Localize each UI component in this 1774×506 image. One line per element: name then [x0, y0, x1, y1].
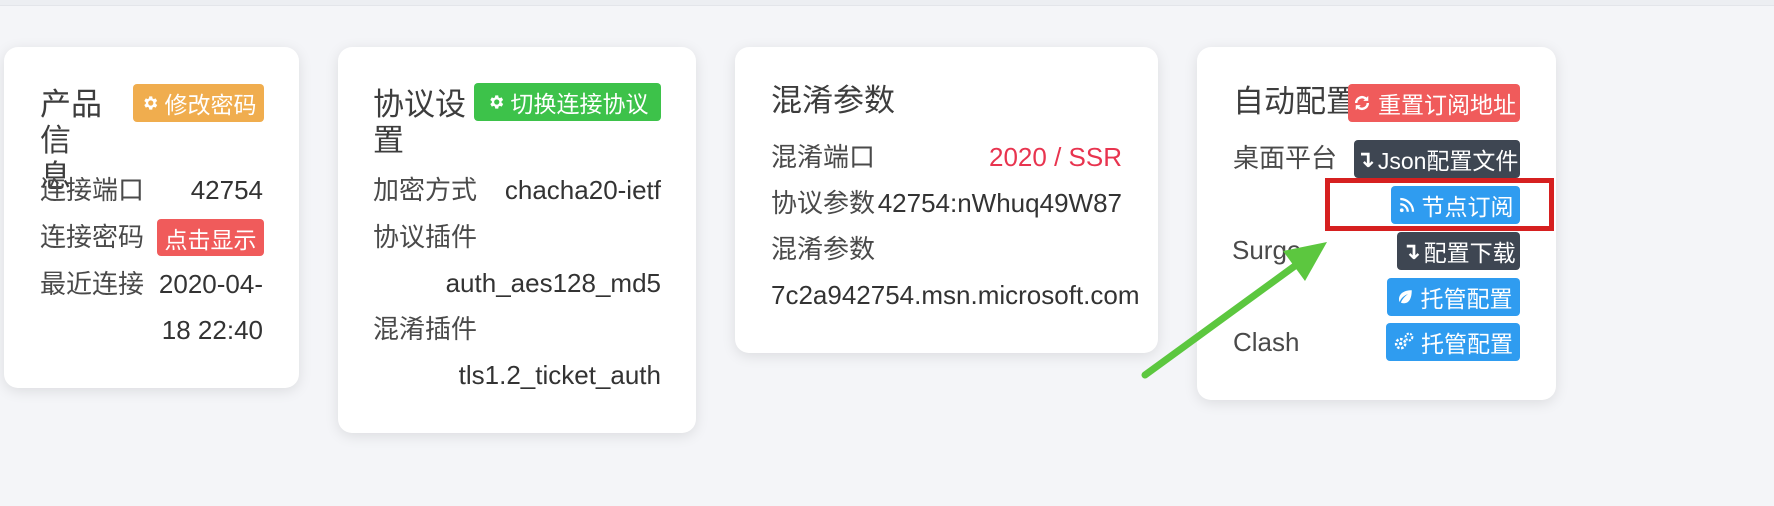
obfs-params-title: 混淆参数 — [771, 83, 895, 118]
clash-managed-config-button[interactable]: 托管配置 — [1386, 323, 1520, 361]
reset-subscription-button[interactable]: 重置订阅地址 — [1348, 84, 1520, 122]
obfs-port-value: 2020 / SSR — [989, 142, 1122, 172]
leaf-icon — [1395, 288, 1415, 306]
change-password-button[interactable]: 修改密码 — [133, 84, 264, 122]
encryption-value: chacha20-ietf — [504, 175, 661, 205]
desktop-label: 桌面平台 — [1233, 143, 1338, 173]
product-info-title-line1: 产品信 — [40, 87, 102, 158]
product-info-card: 产品信 息 修改密码 连接端口 42754 连接密码 点击显示 最近连接 202… — [4, 47, 299, 388]
switch-protocol-button[interactable]: 切换连接协议 — [474, 83, 661, 121]
clash-managed-config-label: 托管配置 — [1421, 331, 1513, 357]
surge-managed-config-button[interactable]: 托管配置 — [1387, 278, 1520, 316]
json-config-button[interactable]: ↴ Json配置文件 — [1354, 140, 1520, 178]
protocol-param-label: 协议参数 — [771, 188, 876, 218]
protocol-plugin-label: 协议插件 — [373, 222, 478, 252]
change-password-label: 修改密码 — [164, 92, 257, 118]
last-connect-label: 最近连接 — [40, 269, 145, 299]
obfs-plugin-label: 混淆插件 — [373, 314, 478, 344]
last-connect-value-line1: 2020-04- — [158, 269, 263, 299]
port-value: 42754 — [190, 175, 263, 205]
gears-icon — [1393, 332, 1415, 352]
switch-protocol-label: 切换连接协议 — [510, 91, 649, 117]
config-download-label: 配置下载 — [1423, 240, 1516, 266]
surge-managed-config-label: 托管配置 — [1420, 286, 1513, 312]
json-config-label: Json配置文件 — [1377, 148, 1519, 174]
obfs-plugin-value: tls1.2_ticket_auth — [458, 360, 661, 390]
download-arrow-icon: ↴ — [1355, 145, 1375, 172]
protocol-param-value: 42754:nWhuq49W87 — [877, 188, 1122, 218]
protocol-settings-title: 协议设 置 — [373, 87, 473, 159]
protocol-settings-title-line2: 置 — [373, 123, 404, 158]
config-download-button[interactable]: ↴ 配置下载 — [1397, 232, 1520, 270]
download-arrow-icon: ↴ — [1401, 237, 1421, 264]
show-password-button[interactable]: 点击显示 — [157, 219, 264, 256]
auto-config-title: 自动配置 — [1233, 84, 1357, 119]
annotation-arrow — [1141, 242, 1327, 379]
protocol-settings-title-line1: 协议设 — [373, 87, 466, 122]
obfs-param-label: 混淆参数 — [771, 234, 876, 264]
last-connect-value-line2: 18 22:40 — [161, 315, 263, 345]
gear-icon — [487, 93, 505, 111]
obfs-param-value: 7c2a942754.msn.microsoft.com — [771, 280, 1140, 310]
obfs-port-label: 混淆端口 — [771, 142, 876, 172]
obfs-params-card: 混淆参数 混淆端口 2020 / SSR 协议参数 42754:nWhuq49W… — [735, 47, 1158, 353]
protocol-plugin-value: auth_aes128_md5 — [445, 268, 661, 298]
port-label: 连接端口 — [40, 175, 145, 205]
password-label: 连接密码 — [40, 222, 145, 252]
encryption-label: 加密方式 — [373, 175, 478, 205]
reset-subscription-label: 重置订阅地址 — [1378, 92, 1516, 118]
highlight-box — [1325, 178, 1554, 231]
refresh-icon — [1352, 93, 1372, 113]
gear-icon — [141, 94, 159, 112]
protocol-settings-card: 协议设 置 切换连接协议 加密方式 chacha20-ietf 协议插件 aut… — [338, 47, 696, 433]
top-divider — [0, 0, 1774, 6]
